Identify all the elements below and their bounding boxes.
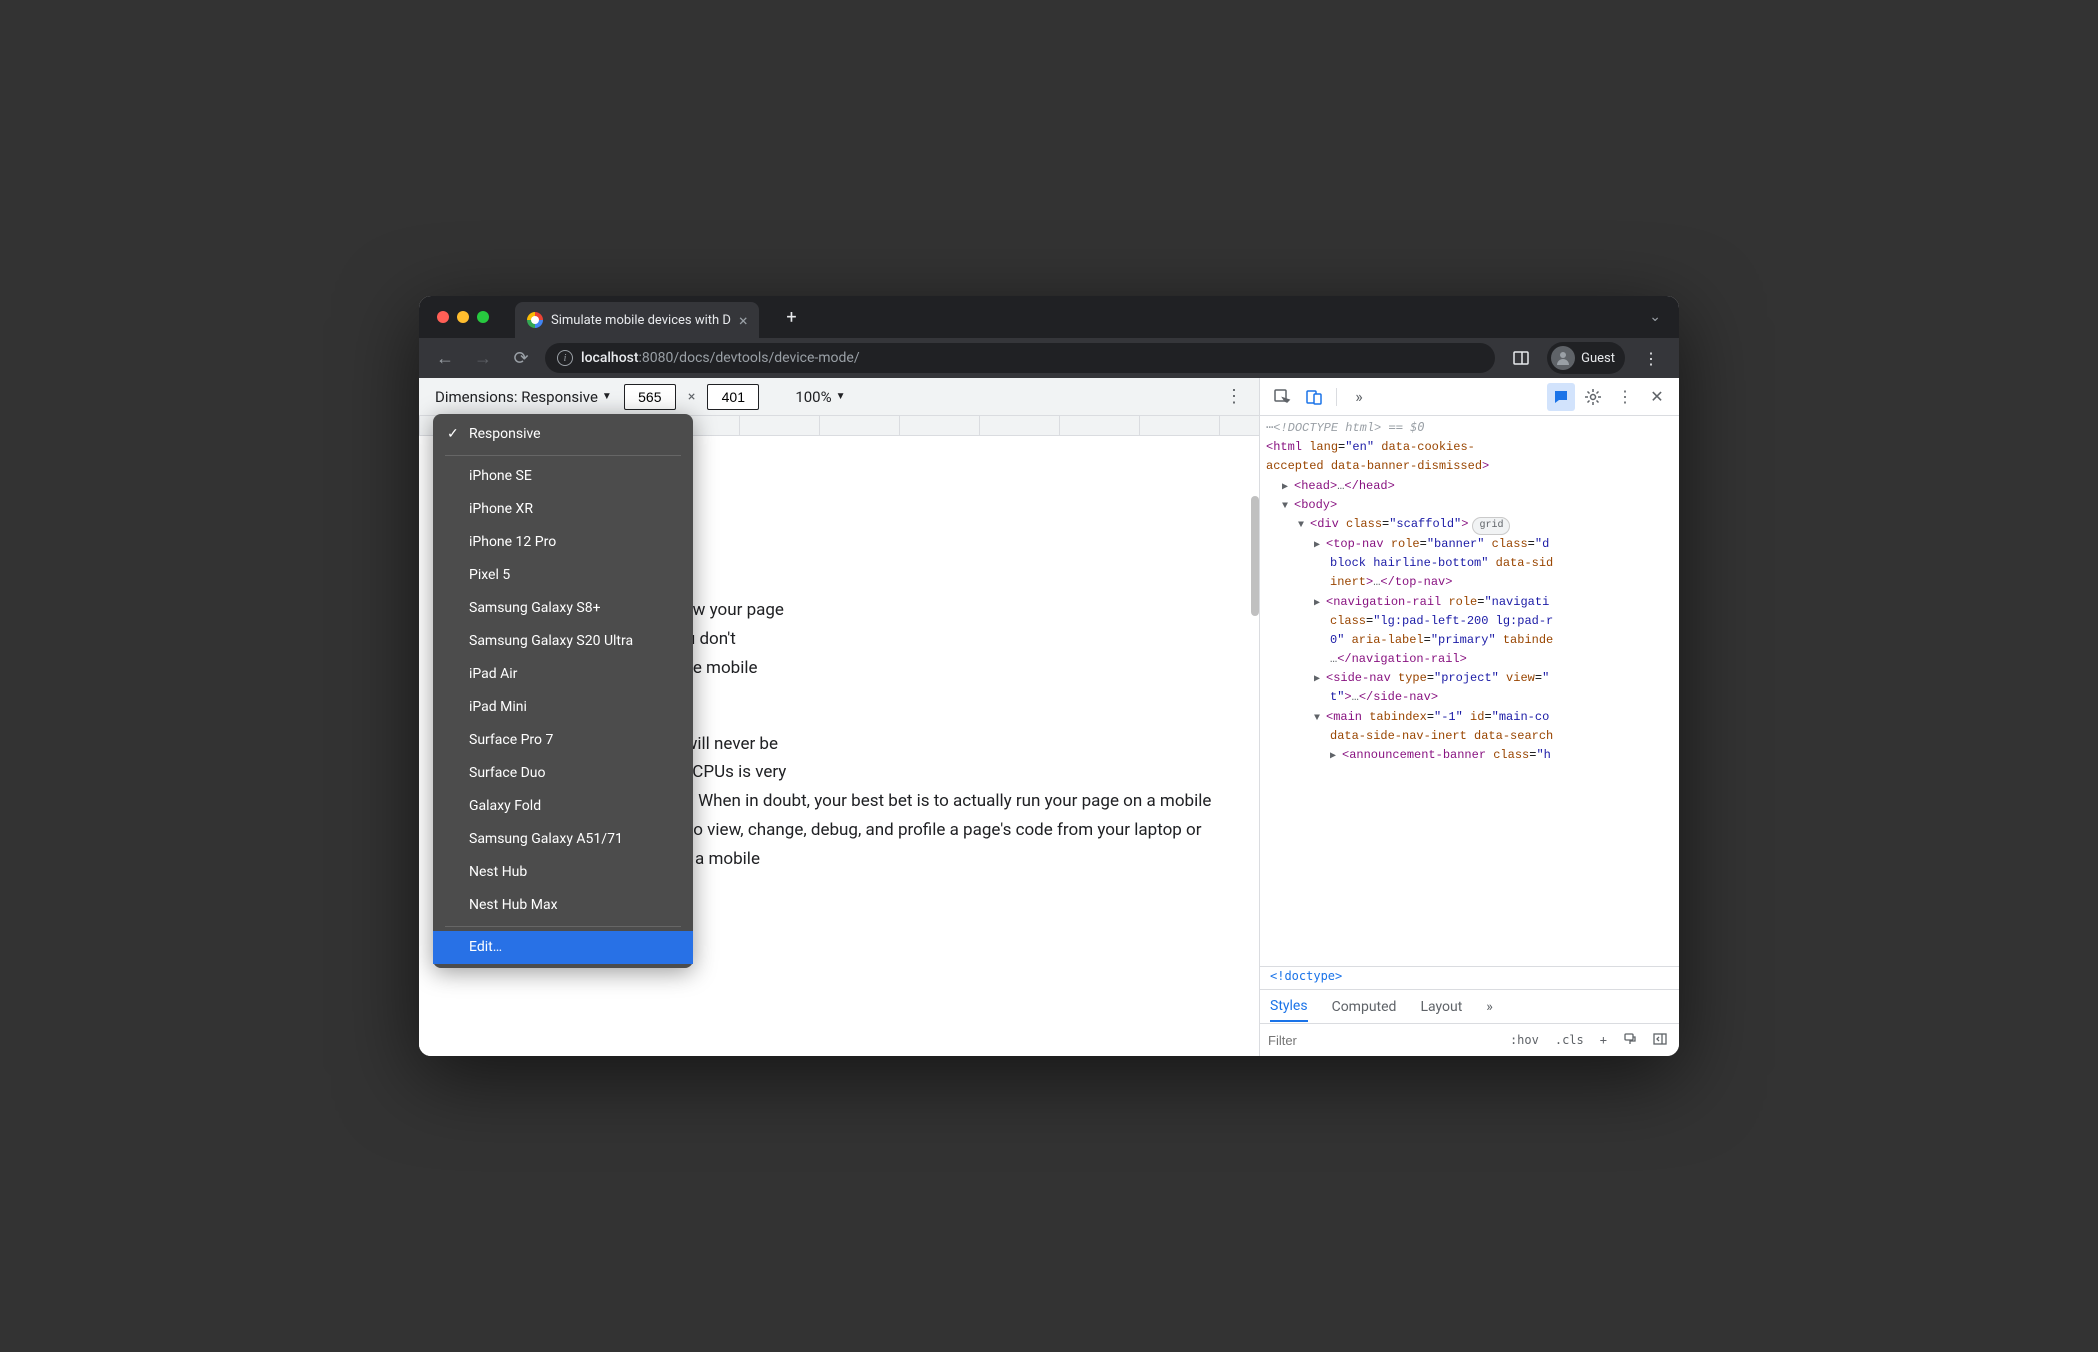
divider <box>445 455 681 456</box>
side-panel-icon[interactable] <box>1505 342 1537 374</box>
device-item-edit[interactable]: Edit… <box>433 931 693 964</box>
device-toolbar-toggle-icon[interactable] <box>1300 383 1328 411</box>
device-item[interactable]: Nest Hub Max <box>433 889 693 922</box>
device-item-responsive[interactable]: Responsive <box>433 418 693 451</box>
device-list-dropdown: Responsive iPhone SE iPhone XR iPhone 12… <box>433 414 693 968</box>
tab-styles[interactable]: Styles <box>1270 992 1308 1022</box>
device-item[interactable]: Samsung Galaxy S20 Ultra <box>433 625 693 658</box>
device-item[interactable]: Nest Hub <box>433 856 693 889</box>
chevron-down-icon: ▼ <box>836 391 846 402</box>
scrollbar-thumb[interactable] <box>1251 496 1259 616</box>
forward-button[interactable]: → <box>469 344 497 372</box>
profile-label: Guest <box>1581 351 1615 366</box>
settings-icon[interactable] <box>1579 383 1607 411</box>
device-item[interactable]: iPhone SE <box>433 460 693 493</box>
more-tabs-button[interactable]: » <box>1345 383 1373 411</box>
new-tab-button[interactable]: + <box>777 303 805 331</box>
toggle-sidebar-icon[interactable] <box>1649 1032 1671 1049</box>
height-input[interactable] <box>707 384 759 410</box>
doctype-node[interactable]: <!DOCTYPE html> <box>1273 421 1381 435</box>
divider <box>445 926 681 927</box>
browser-tab[interactable]: Simulate mobile devices with D × <box>515 302 759 338</box>
elements-breadcrumb[interactable]: <!doctype> <box>1260 966 1679 990</box>
address-bar-actions: Guest ⋮ <box>1505 342 1667 374</box>
device-item[interactable]: Samsung Galaxy A51/71 <box>433 823 693 856</box>
device-toolbar-more-button[interactable]: ⋮ <box>1225 386 1243 407</box>
tab-layout[interactable]: Layout <box>1420 993 1462 1021</box>
device-toolbar: Dimensions: Responsive ▼ × 100% ▼ ⋮ Resp… <box>419 378 1259 416</box>
devtools-menu-button[interactable]: ⋮ <box>1611 383 1639 411</box>
window-minimize-button[interactable] <box>457 311 469 323</box>
width-input[interactable] <box>624 384 676 410</box>
tabs-overflow-button[interactable]: ⌄ <box>1649 309 1661 325</box>
address-bar: ← → ⟳ i localhost:8080/docs/devtools/dev… <box>419 338 1679 378</box>
grid-badge[interactable]: grid <box>1472 517 1510 535</box>
url-field[interactable]: i localhost:8080/docs/devtools/device-mo… <box>545 343 1495 373</box>
devtools-close-button[interactable]: ✕ <box>1643 383 1671 411</box>
device-item[interactable]: Samsung Galaxy S8+ <box>433 592 693 625</box>
zoom-value: 100% <box>795 388 831 406</box>
inspect-element-icon[interactable] <box>1268 383 1296 411</box>
url-text: localhost:8080/docs/devtools/device-mode… <box>581 350 860 366</box>
device-item[interactable]: Surface Pro 7 <box>433 724 693 757</box>
zoom-dropdown[interactable]: 100% ▼ <box>795 388 845 406</box>
dimensions-label: Dimensions: Responsive <box>435 388 598 406</box>
elements-tree[interactable]: ⋯<!DOCTYPE html> == $0 <html lang="en" d… <box>1260 416 1679 966</box>
device-item[interactable]: iPhone XR <box>433 493 693 526</box>
feedback-icon[interactable] <box>1547 383 1575 411</box>
dimension-separator: × <box>688 389 695 405</box>
paint-icon[interactable] <box>1619 1032 1641 1049</box>
styles-toolbar: :hov .cls + <box>1260 1024 1679 1056</box>
traffic-lights <box>437 311 489 323</box>
tab-close-button[interactable]: × <box>739 311 748 330</box>
profile-chip[interactable]: Guest <box>1547 342 1625 374</box>
selected-hint: == $0 <box>1388 420 1424 434</box>
device-item[interactable]: Galaxy Fold <box>433 790 693 823</box>
reload-button[interactable]: ⟳ <box>507 344 535 372</box>
devtools-panel: » ⋮ ✕ ⋯<!DOCTYPE html> == $0 <html lang=… <box>1259 378 1679 1056</box>
chevron-down-icon: ▼ <box>602 391 612 402</box>
content-row: Dimensions: Responsive ▼ × 100% ▼ ⋮ Resp… <box>419 378 1679 1056</box>
device-item[interactable]: Pixel 5 <box>433 559 693 592</box>
window-close-button[interactable] <box>437 311 449 323</box>
site-info-icon[interactable]: i <box>557 350 573 366</box>
hov-button[interactable]: :hov <box>1506 1033 1543 1047</box>
dimensions-dropdown[interactable]: Dimensions: Responsive ▼ <box>435 388 612 406</box>
window-maximize-button[interactable] <box>477 311 489 323</box>
browser-menu-button[interactable]: ⋮ <box>1635 342 1667 374</box>
devtools-toolbar: » ⋮ ✕ <box>1260 378 1679 416</box>
back-button[interactable]: ← <box>431 344 459 372</box>
more-tabs-button[interactable]: » <box>1486 993 1493 1021</box>
avatar-icon <box>1551 346 1575 370</box>
device-item[interactable]: iPad Air <box>433 658 693 691</box>
styles-tabs: Styles Computed Layout » <box>1260 990 1679 1024</box>
tab-computed[interactable]: Computed <box>1332 993 1397 1021</box>
styles-filter-input[interactable] <box>1268 1033 1498 1048</box>
tab-title: Simulate mobile devices with D <box>551 313 731 328</box>
device-item[interactable]: iPhone 12 Pro <box>433 526 693 559</box>
device-item[interactable]: iPad Mini <box>433 691 693 724</box>
page-area: Dimensions: Responsive ▼ × 100% ▼ ⋮ Resp… <box>419 378 1259 1056</box>
device-item[interactable]: Surface Duo <box>433 757 693 790</box>
chrome-favicon-icon <box>527 312 543 328</box>
new-style-button[interactable]: + <box>1596 1033 1611 1047</box>
divider <box>1336 388 1337 406</box>
titlebar: Simulate mobile devices with D × + ⌄ <box>419 296 1679 338</box>
cls-button[interactable]: .cls <box>1551 1033 1588 1047</box>
browser-window: Simulate mobile devices with D × + ⌄ ← →… <box>419 296 1679 1056</box>
